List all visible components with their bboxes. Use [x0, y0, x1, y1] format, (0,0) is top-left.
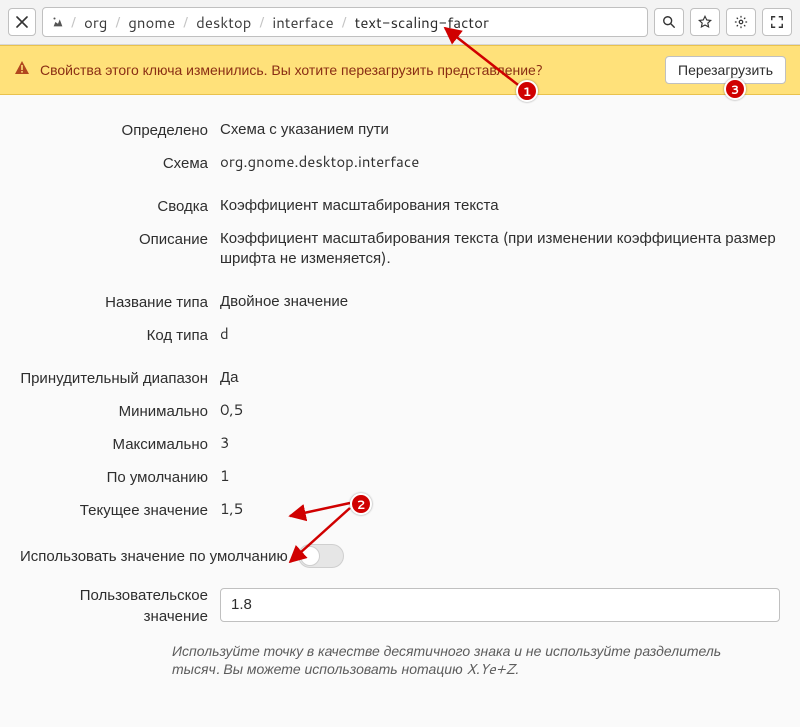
value-current: 1,5	[220, 499, 780, 519]
label-schema: Схема	[20, 152, 220, 173]
reload-button[interactable]: Перезагрузить	[665, 56, 786, 84]
breadcrumb-sep: /	[257, 12, 266, 32]
breadcrumb-item[interactable]: org	[78, 9, 113, 36]
label-forced-range: Принудительный диапазон	[20, 367, 220, 388]
breadcrumb-sep: /	[340, 12, 349, 32]
key-details: Определено Схема с указанием пути Схема …	[0, 95, 800, 534]
settings-root-icon[interactable]	[47, 11, 69, 33]
custom-value-hint: Используйте точку в качестве десятичного…	[172, 642, 780, 680]
label-summary: Сводка	[20, 195, 220, 216]
value-description: Коэффициент масштабирования текста (при …	[220, 228, 780, 269]
use-default-label: Использовать значение по умолчанию	[20, 545, 288, 566]
value-default: 1	[220, 466, 780, 486]
edit-area: Использовать значение по умолчанию Польз…	[0, 534, 800, 696]
label-max: Максимально	[20, 433, 220, 454]
breadcrumb-sep: /	[181, 12, 190, 32]
search-button[interactable]	[654, 8, 684, 36]
banner-message: Свойства этого ключа изменились. Вы хоти…	[40, 60, 655, 80]
breadcrumb-sep: /	[113, 12, 122, 32]
value-type-code: d	[220, 324, 780, 344]
label-description: Описание	[20, 228, 220, 249]
fullscreen-button[interactable]	[762, 8, 792, 36]
breadcrumb-sep: /	[69, 12, 78, 32]
value-forced-range: Да	[220, 367, 780, 387]
value-schema: org.gnome.desktop.interface	[220, 152, 780, 172]
use-default-toggle[interactable]	[298, 544, 344, 568]
toolbar: / org / gnome / desktop / interface / te…	[0, 0, 800, 45]
value-min: 0,5	[220, 400, 780, 420]
close-button[interactable]	[8, 8, 36, 36]
label-default: По умолчанию	[20, 466, 220, 487]
breadcrumb-item[interactable]: gnome	[122, 9, 181, 36]
breadcrumb-item[interactable]: desktop	[190, 9, 257, 36]
reload-banner: Свойства этого ключа изменились. Вы хоти…	[0, 45, 800, 95]
bookmark-button[interactable]	[690, 8, 720, 36]
custom-value-label: Пользовательское значение	[20, 584, 220, 626]
label-type-code: Код типа	[20, 324, 220, 345]
label-min: Минимально	[20, 400, 220, 421]
settings-button[interactable]	[726, 8, 756, 36]
warning-icon	[14, 60, 30, 81]
value-summary: Коэффициент масштабирования текста	[220, 195, 780, 215]
breadcrumb: / org / gnome / desktop / interface / te…	[42, 7, 648, 37]
value-defined: Схема с указанием пути	[220, 119, 780, 139]
breadcrumb-item[interactable]: interface	[266, 9, 339, 36]
custom-value-input[interactable]	[220, 588, 780, 622]
toggle-knob	[300, 546, 320, 566]
label-current: Текущее значение	[20, 499, 220, 520]
value-type: Двойное значение	[220, 291, 780, 311]
value-max: 3	[220, 433, 780, 453]
breadcrumb-item-active[interactable]: text-scaling-factor	[349, 9, 495, 36]
label-type: Название типа	[20, 291, 220, 312]
label-defined: Определено	[20, 119, 220, 140]
